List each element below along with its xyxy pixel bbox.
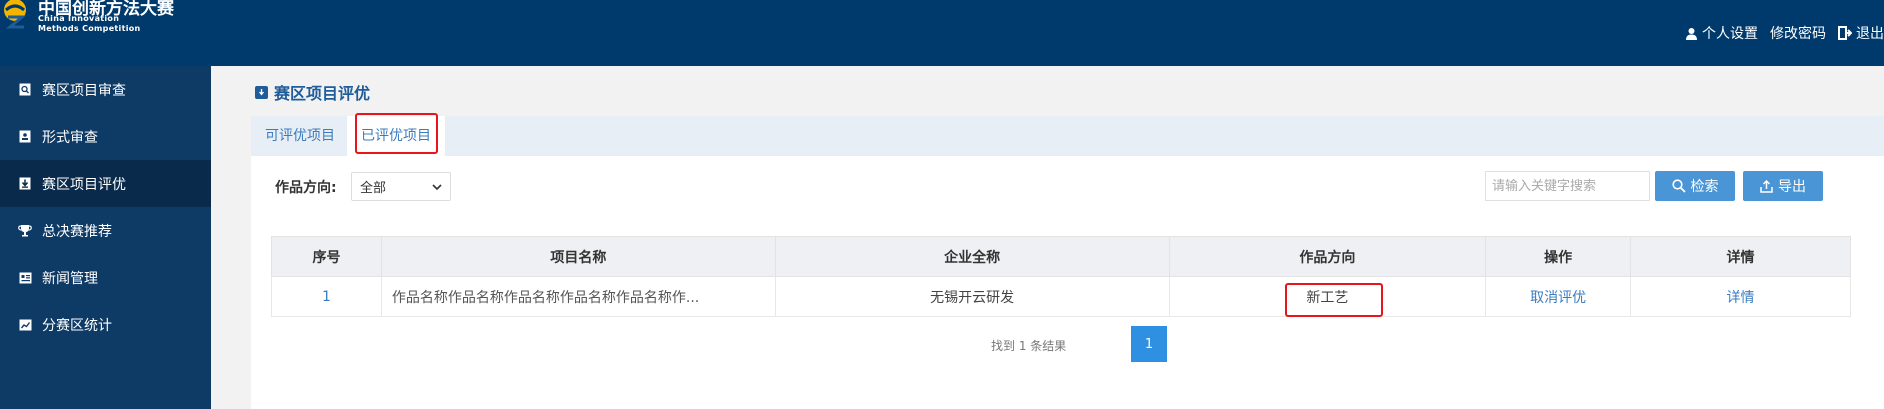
logo-en-text: China Innovation Methods Competition	[38, 14, 141, 34]
cell-action: 取消评优	[1485, 276, 1632, 317]
personal-settings-label: 个人设置	[1702, 26, 1758, 42]
sidebar-item-format-review[interactable]: 形式审查	[0, 113, 211, 160]
export-button[interactable]: 导出	[1743, 171, 1823, 201]
sidebar-item-district-excellence[interactable]: 赛区项目评优	[0, 160, 211, 207]
change-password-link[interactable]: 修改密码	[1770, 23, 1826, 43]
chart-icon	[18, 318, 32, 332]
page-title-text: 赛区项目评优	[274, 84, 371, 103]
sidebar-item-label: 赛区项目评优	[42, 176, 126, 193]
sidebar-item-label: 总决赛推荐	[42, 223, 112, 240]
logo-en-line1: China Innovation	[38, 14, 120, 23]
chevron-down-icon	[432, 183, 442, 190]
sidebar-item-final-recommendation[interactable]: 总决赛推荐	[0, 207, 211, 254]
search-input[interactable]	[1485, 171, 1650, 201]
change-password-label: 修改密码	[1770, 26, 1826, 42]
logout-label: 退出	[1856, 26, 1884, 42]
cell-direction: 新工艺	[1168, 276, 1487, 317]
pagination-summary: 找到 1 条结果	[991, 339, 1067, 353]
id-card-icon	[18, 130, 32, 144]
trophy-icon	[18, 224, 32, 238]
sidebar-item-label: 分赛区统计	[42, 317, 112, 334]
export-icon	[1760, 179, 1773, 193]
detail-link[interactable]: 详情	[1727, 290, 1755, 306]
download-icon	[18, 177, 32, 191]
logo: 中国创新方法大赛 China Innovation Methods Compet…	[0, 0, 200, 40]
cell-index: 1	[271, 276, 382, 317]
cell-detail: 详情	[1630, 276, 1851, 317]
page-title: 赛区项目评优	[255, 80, 370, 104]
column-header-index: 序号	[271, 236, 382, 277]
direction-select[interactable]: 全部	[351, 172, 451, 201]
download-icon	[255, 85, 268, 99]
sidebar-item-district-review[interactable]: 赛区项目审查	[0, 66, 211, 113]
user-icon	[1686, 27, 1697, 40]
page-button-current[interactable]: 1	[1131, 326, 1167, 362]
table-row: 1 作品名称作品名称作品名称作品名称作品名称作... 无锡开云研发 新工艺 取消…	[271, 276, 1851, 317]
cancel-excellence-link[interactable]: 取消评优	[1530, 290, 1586, 306]
cell-project-name: 作品名称作品名称作品名称作品名称作品名称作...	[380, 276, 776, 317]
logout-link[interactable]: 退出	[1838, 23, 1884, 43]
sidebar-item-label: 赛区项目审查	[42, 82, 126, 99]
logo-en-line2: Methods Competition	[38, 24, 141, 33]
sidebar-item-news[interactable]: 新闻管理	[0, 254, 211, 301]
personal-settings-link[interactable]: 个人设置	[1685, 23, 1758, 43]
header-user-menu: 个人设置 修改密码 退出	[1673, 22, 1884, 44]
table-header-row: 序号 项目名称 企业全称 作品方向 操作 详情	[271, 236, 1851, 277]
top-header: 中国创新方法大赛 China Innovation Methods Compet…	[0, 0, 1884, 66]
search-button[interactable]: 检索	[1655, 171, 1735, 201]
sidebar-item-district-stats[interactable]: 分赛区统计	[0, 301, 211, 348]
logo-mark-icon	[4, 0, 27, 29]
export-button-label: 导出	[1778, 179, 1806, 195]
pagination: 找到 1 条结果 1	[251, 326, 1884, 362]
content-panel: 可评优项目 已评优项目 作品方向: 全部 检索 导出 序号 项目名称 企业全称 …	[251, 113, 1884, 409]
column-header-detail: 详情	[1630, 236, 1851, 277]
main-content: 赛区项目评优 可评优项目 已评优项目 作品方向: 全部 检索 导出 序号 项目名…	[211, 66, 1884, 409]
column-header-direction: 作品方向	[1168, 236, 1487, 277]
sidebar-item-label: 形式审查	[42, 129, 98, 146]
results-table: 序号 项目名称 企业全称 作品方向 操作 详情 1 作品名称作品名称作品名称作品…	[271, 236, 1851, 317]
column-header-action: 操作	[1485, 236, 1632, 277]
direction-filter-label: 作品方向:	[275, 180, 337, 196]
cell-company: 无锡开云研发	[774, 276, 1170, 317]
tab-eligible-projects[interactable]: 可评优项目	[251, 116, 349, 156]
direction-select-value: 全部	[360, 181, 387, 196]
logout-icon	[1838, 26, 1852, 40]
search-icon	[1671, 179, 1686, 193]
tab-bar: 可评优项目 已评优项目	[251, 116, 1884, 156]
sidebar-item-label: 新闻管理	[42, 270, 98, 287]
tab-evaluated-projects[interactable]: 已评优项目	[347, 116, 445, 156]
news-icon	[18, 271, 32, 285]
column-header-company: 企业全称	[774, 236, 1170, 277]
sidebar: 赛区项目审查 形式审查 赛区项目评优 总决赛推荐 新闻管理 分赛区统计	[0, 66, 211, 409]
column-header-name: 项目名称	[380, 236, 776, 277]
search-doc-icon	[18, 83, 32, 97]
search-button-label: 检索	[1690, 179, 1719, 195]
